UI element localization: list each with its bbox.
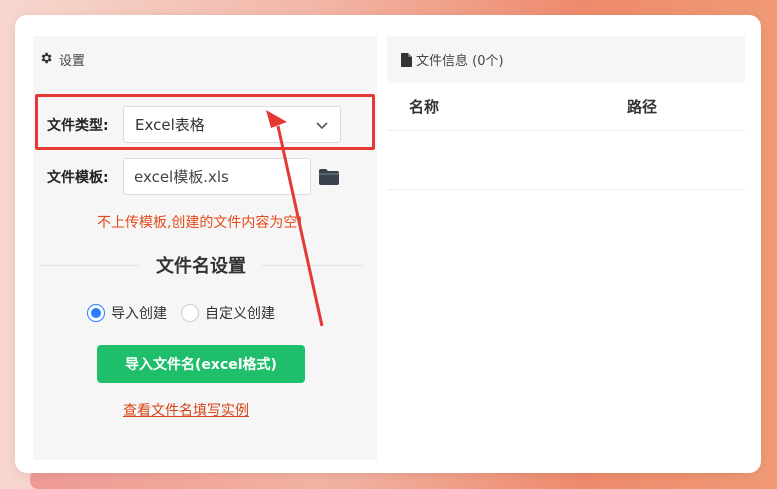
annotation-arrow	[266, 110, 324, 327]
